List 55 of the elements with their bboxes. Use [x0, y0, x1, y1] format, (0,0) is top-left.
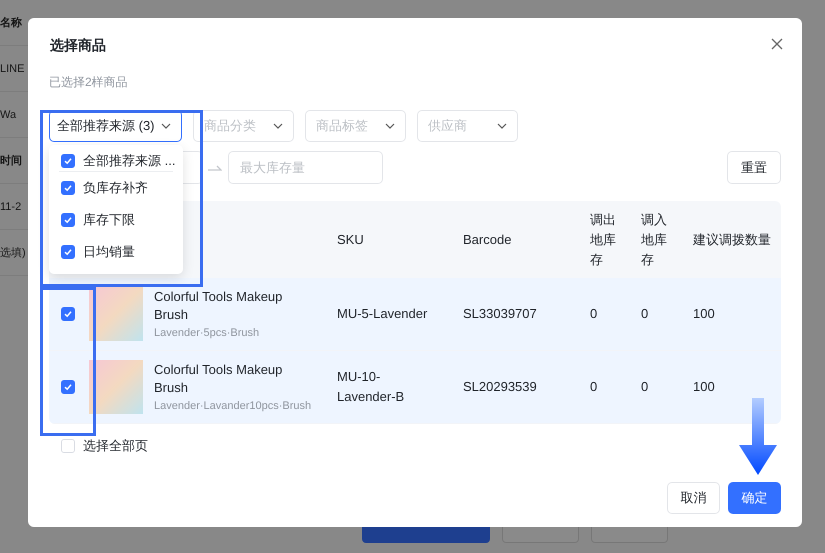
check-icon [64, 157, 72, 165]
background-text: Wa [0, 108, 16, 120]
background-text: 11-2 [0, 200, 22, 212]
checkbox[interactable] [61, 380, 75, 394]
check-icon [64, 248, 72, 256]
check-icon [64, 310, 72, 318]
close-icon[interactable] [771, 38, 783, 50]
table-cell-text: 0 [590, 305, 598, 323]
column-header: 建议调拨数量 [693, 230, 772, 248]
check-icon [64, 184, 72, 192]
background-text: 选填) [0, 246, 26, 260]
column-header: Barcode [463, 230, 512, 248]
background-text: 时间 [0, 154, 22, 168]
table-cell-text: 100 [693, 378, 716, 396]
column-header: SKU [337, 230, 365, 248]
checkbox[interactable] [61, 213, 75, 227]
product-name: Colorful Tools Makeup Brush [154, 288, 284, 324]
product-name: Colorful Tools Makeup Brush [154, 360, 284, 396]
table-cell-text: 0 [641, 378, 650, 396]
arrow-down-icon [739, 398, 777, 475]
check-icon [64, 216, 72, 224]
photo-placeholder [89, 287, 143, 341]
background-text: LINE [0, 62, 24, 74]
checkbox[interactable] [61, 154, 75, 168]
table-cell-text: SL20293539 [463, 378, 538, 396]
table-cell-text: SL33039707 [463, 305, 538, 323]
check-icon [64, 383, 72, 391]
cancel-button[interactable]: 取消 [667, 482, 720, 514]
table-row[interactable]: Colorful Tools Makeup Brush Lavender·5pcs·Brush MU-5-Lavender SL33039707 0 0 100 [49, 278, 781, 351]
selection-count: 已选择2样商品 [49, 74, 128, 91]
chevron-down-icon [273, 123, 283, 129]
product-variant: Lavender·5pcs·Brush [154, 326, 260, 340]
table-cell-text: MU-5-Lavender [337, 305, 428, 323]
table-cell-text: 0 [590, 378, 598, 396]
chevron-down-icon [497, 123, 507, 129]
checkbox[interactable] [61, 307, 75, 321]
table-cell-text: 100 [693, 305, 716, 323]
reset-button[interactable]: 重置 [727, 151, 781, 184]
table-row[interactable]: Colorful Tools Makeup Brush Lavender·Lavander10pcs·Brush MU-10-Lavender-B SL20293539 0 0 100 [49, 351, 781, 424]
column-header: 调出地库存 [590, 210, 617, 268]
background-text: 名称 [0, 16, 22, 30]
dropdown-option[interactable]: 库存下限 [49, 204, 183, 236]
chevron-down-icon [385, 123, 395, 129]
checkbox-label: 选择全部页 [83, 437, 148, 455]
dialog-title: 选择商品 [49, 36, 106, 54]
confirm-button[interactable]: 确定 [728, 482, 781, 514]
table-cell-text: 0 [641, 305, 650, 323]
column-header: 调入地库存 [641, 210, 668, 268]
table-cell-text: MU-10-Lavender-B [337, 368, 406, 406]
product-variant: Lavender·Lavander10pcs·Brush [154, 398, 312, 414]
checkbox[interactable] [61, 181, 75, 195]
photo-placeholder [89, 360, 143, 414]
chevron-down-icon [161, 123, 171, 129]
checkbox[interactable] [61, 245, 75, 259]
dropdown-option[interactable]: 负库存补齐 [49, 172, 183, 204]
